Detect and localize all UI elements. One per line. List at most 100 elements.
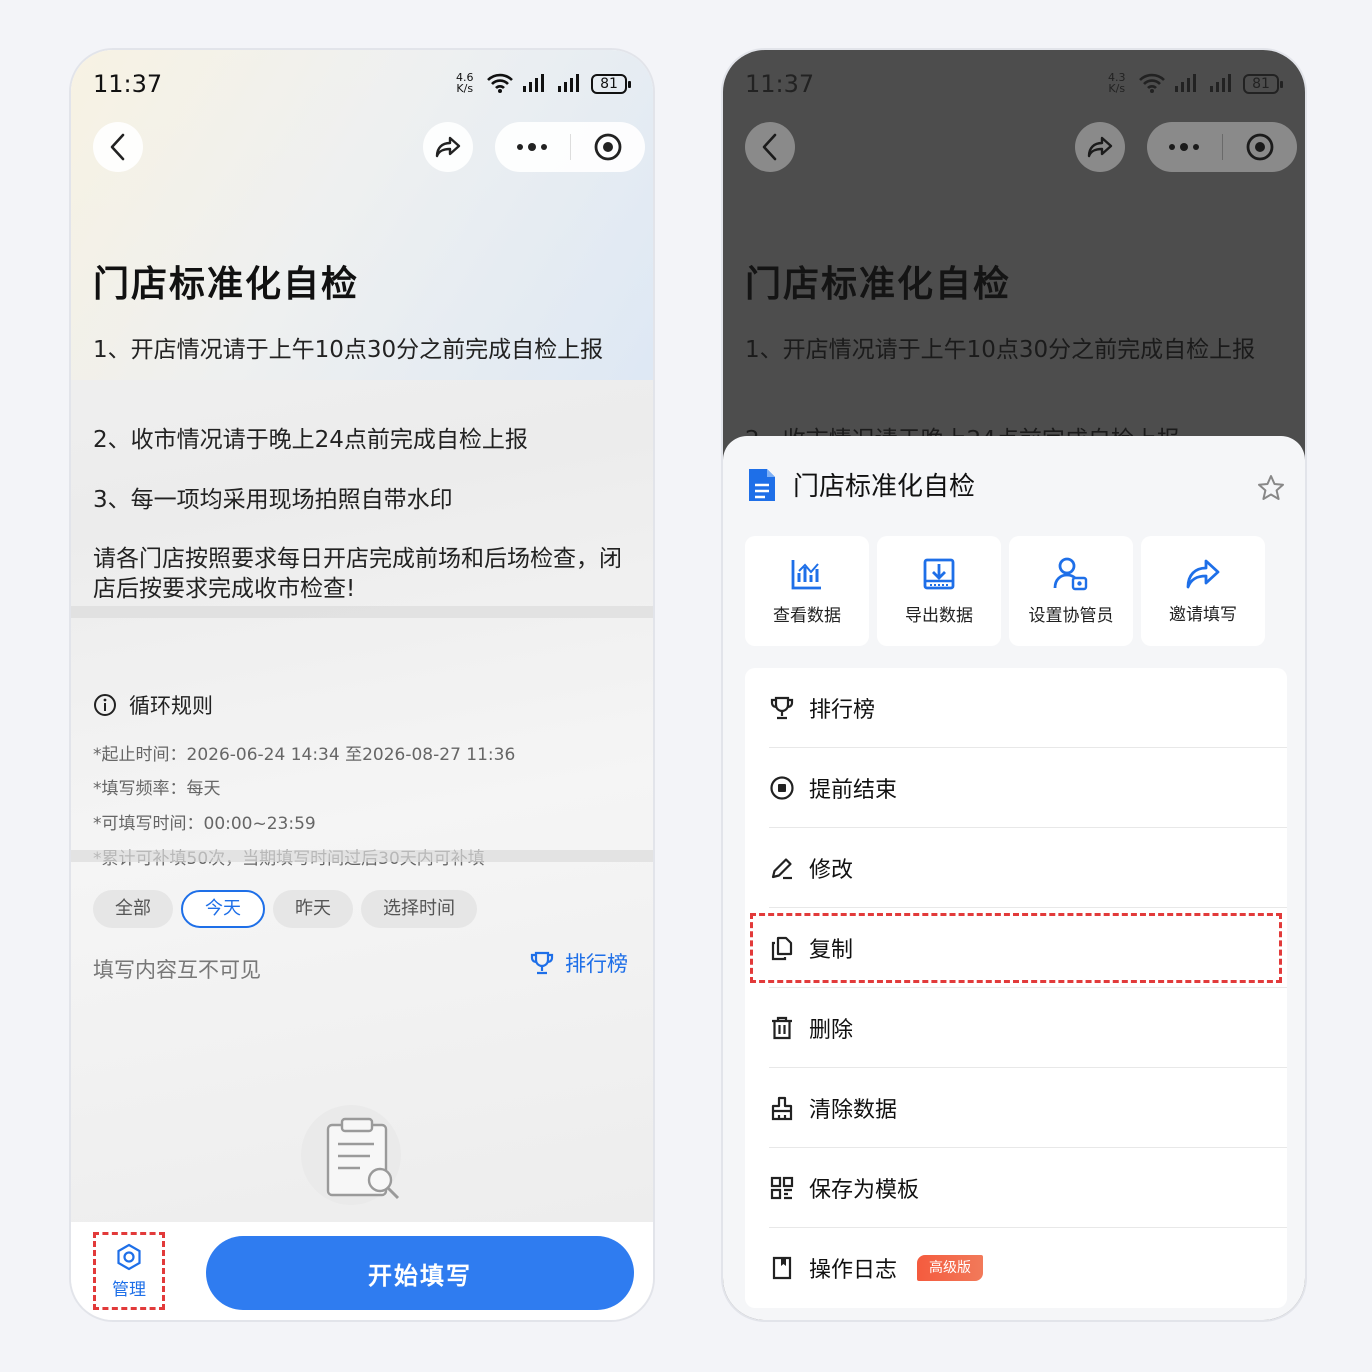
menu-item-edit[interactable]: 修改: [745, 828, 1287, 908]
invite-button[interactable]: 邀请填写: [1141, 536, 1265, 646]
menu-label: 排行榜: [809, 698, 876, 723]
admin-icon: [1053, 557, 1088, 590]
manage-label: 管理: [112, 1279, 146, 1300]
chevron-left-icon: [110, 133, 125, 161]
action-label: 邀请填写: [1169, 604, 1237, 625]
page-title: 门店标准化自检: [93, 264, 360, 305]
status-time: 11:37: [745, 70, 815, 98]
view-data-button[interactable]: 查看数据: [745, 536, 869, 646]
date-filter: 全部 今天 昨天 选择时间: [93, 890, 477, 928]
share-button[interactable]: [1075, 122, 1125, 172]
signal-icon: [1175, 74, 1196, 92]
menu-item-operation-log[interactable]: 操作日志 高级版: [745, 1228, 1287, 1308]
premium-badge: 高级版: [917, 1255, 984, 1281]
more-button[interactable]: [1147, 122, 1222, 172]
description-paragraph: 请各门店按照要求每日开店完成前场和后场检查，闭店后按要求完成收市检查!: [93, 546, 622, 602]
rules-title: 循环规则: [129, 694, 213, 718]
close-miniapp-button[interactable]: [1223, 122, 1298, 172]
signal-icon: [1210, 74, 1231, 92]
menu-item-delete[interactable]: 删除: [745, 988, 1287, 1068]
target-icon: [594, 133, 622, 161]
section-divider: [71, 850, 653, 862]
trophy-icon: [770, 696, 794, 720]
menu-label: 提前结束: [809, 778, 898, 803]
close-miniapp-button[interactable]: [571, 122, 646, 172]
export-data-button[interactable]: 导出数据: [877, 536, 1001, 646]
chevron-left-icon: [762, 133, 777, 161]
empty-clipboard-icon: [301, 1105, 401, 1205]
description-paragraph: 1、开店情况请于上午10点30分之前完成自检上报: [93, 337, 604, 363]
trash-icon: [772, 1016, 792, 1040]
rule-line: *可填写时间：00:00~23:59: [93, 814, 316, 834]
leaderboard-link[interactable]: 排行榜: [529, 948, 628, 978]
menu-label: 复制: [809, 938, 854, 963]
rule-line: *填写频率：每天: [93, 779, 221, 799]
menu-item-copy[interactable]: 复制: [745, 908, 1287, 988]
stop-icon: [770, 776, 794, 800]
menu-item-save-template[interactable]: 保存为模板: [745, 1148, 1287, 1228]
rules-heading: 循环规则: [93, 690, 213, 720]
export-icon: [923, 558, 955, 589]
manage-menu: 排行榜 提前结束 修改 复制 删除 清除数据 保存为模板 操作日志 高级版: [745, 668, 1287, 1308]
info-icon: [94, 694, 116, 716]
leaderboard-label: 排行榜: [565, 952, 628, 976]
manage-sheet: 门店标准化自检 查看数据 导出数据 设置协管员 邀请填写 排行榜 提前结束 修改…: [723, 436, 1305, 1320]
action-label: 设置协管员: [1028, 605, 1114, 626]
manage-button[interactable]: 管理: [93, 1232, 165, 1310]
menu-label: 操作日志: [809, 1258, 898, 1283]
signal-icon: [523, 74, 544, 92]
more-dots-icon: [517, 143, 548, 151]
hexagon-gear-icon: [117, 1243, 141, 1270]
forward-icon: [435, 136, 461, 158]
action-label: 查看数据: [773, 605, 841, 626]
more-dots-icon: [1169, 143, 1200, 151]
copy-icon: [771, 936, 793, 961]
capsule-menu: [1147, 122, 1297, 172]
back-button[interactable]: [93, 122, 143, 172]
phone-left: 11:37 4.6 K/s 81 门店标准化自检 1、开店情况请于上午10点30分…: [69, 48, 655, 1322]
share-button[interactable]: [423, 122, 473, 172]
wifi-icon: [487, 73, 513, 93]
star-icon[interactable]: [1257, 474, 1285, 502]
filter-chip-yesterday[interactable]: 昨天: [273, 890, 353, 928]
signal-icon: [558, 74, 579, 92]
more-button[interactable]: [495, 122, 570, 172]
rule-line: *起止时间：2026-06-24 14:34 至2026-08-27 11:36: [93, 745, 516, 765]
document-icon: [749, 468, 775, 501]
share-icon: [1186, 559, 1220, 588]
status-bar: 11:37 4.6 K/s 81: [71, 50, 653, 124]
template-icon: [770, 1176, 794, 1200]
edit-icon: [771, 858, 792, 880]
section-divider: [71, 606, 653, 618]
wifi-icon: [1139, 73, 1165, 93]
status-time: 11:37: [93, 70, 163, 98]
battery-indicator: 81: [591, 74, 631, 94]
target-icon: [1246, 133, 1274, 161]
description-paragraph: 3、每一项均采用现场拍照自带水印: [93, 487, 453, 513]
set-co-admin-button[interactable]: 设置协管员: [1009, 536, 1133, 646]
filter-chip-select-time[interactable]: 选择时间: [361, 890, 477, 928]
menu-label: 删除: [809, 1018, 854, 1043]
bottom-bar: 管理 开始填写: [71, 1222, 653, 1320]
page-title: 门店标准化自检: [745, 264, 1012, 305]
trophy-icon: [530, 951, 554, 975]
capsule-menu: [495, 122, 645, 172]
network-speed: 4.6 K/s: [456, 71, 474, 95]
log-icon: [772, 1256, 792, 1280]
forward-icon: [1087, 136, 1113, 158]
menu-item-clear-data[interactable]: 清除数据: [745, 1068, 1287, 1148]
menu-label: 清除数据: [809, 1098, 898, 1123]
filter-chip-all[interactable]: 全部: [93, 890, 173, 928]
action-label: 导出数据: [905, 605, 973, 626]
start-filling-button[interactable]: 开始填写: [206, 1236, 634, 1310]
battery-indicator: 81: [1243, 74, 1283, 94]
menu-item-end-early[interactable]: 提前结束: [745, 748, 1287, 828]
status-bar: 11:37 4.3 K/s 81: [723, 50, 1305, 124]
filter-chip-today[interactable]: 今天: [181, 890, 265, 928]
back-button[interactable]: [745, 122, 795, 172]
menu-item-leaderboard[interactable]: 排行榜: [745, 668, 1287, 748]
network-speed: 4.3 K/s: [1108, 71, 1126, 95]
brush-icon: [771, 1096, 793, 1121]
menu-label: 修改: [809, 858, 854, 883]
menu-label: 保存为模板: [809, 1178, 920, 1203]
